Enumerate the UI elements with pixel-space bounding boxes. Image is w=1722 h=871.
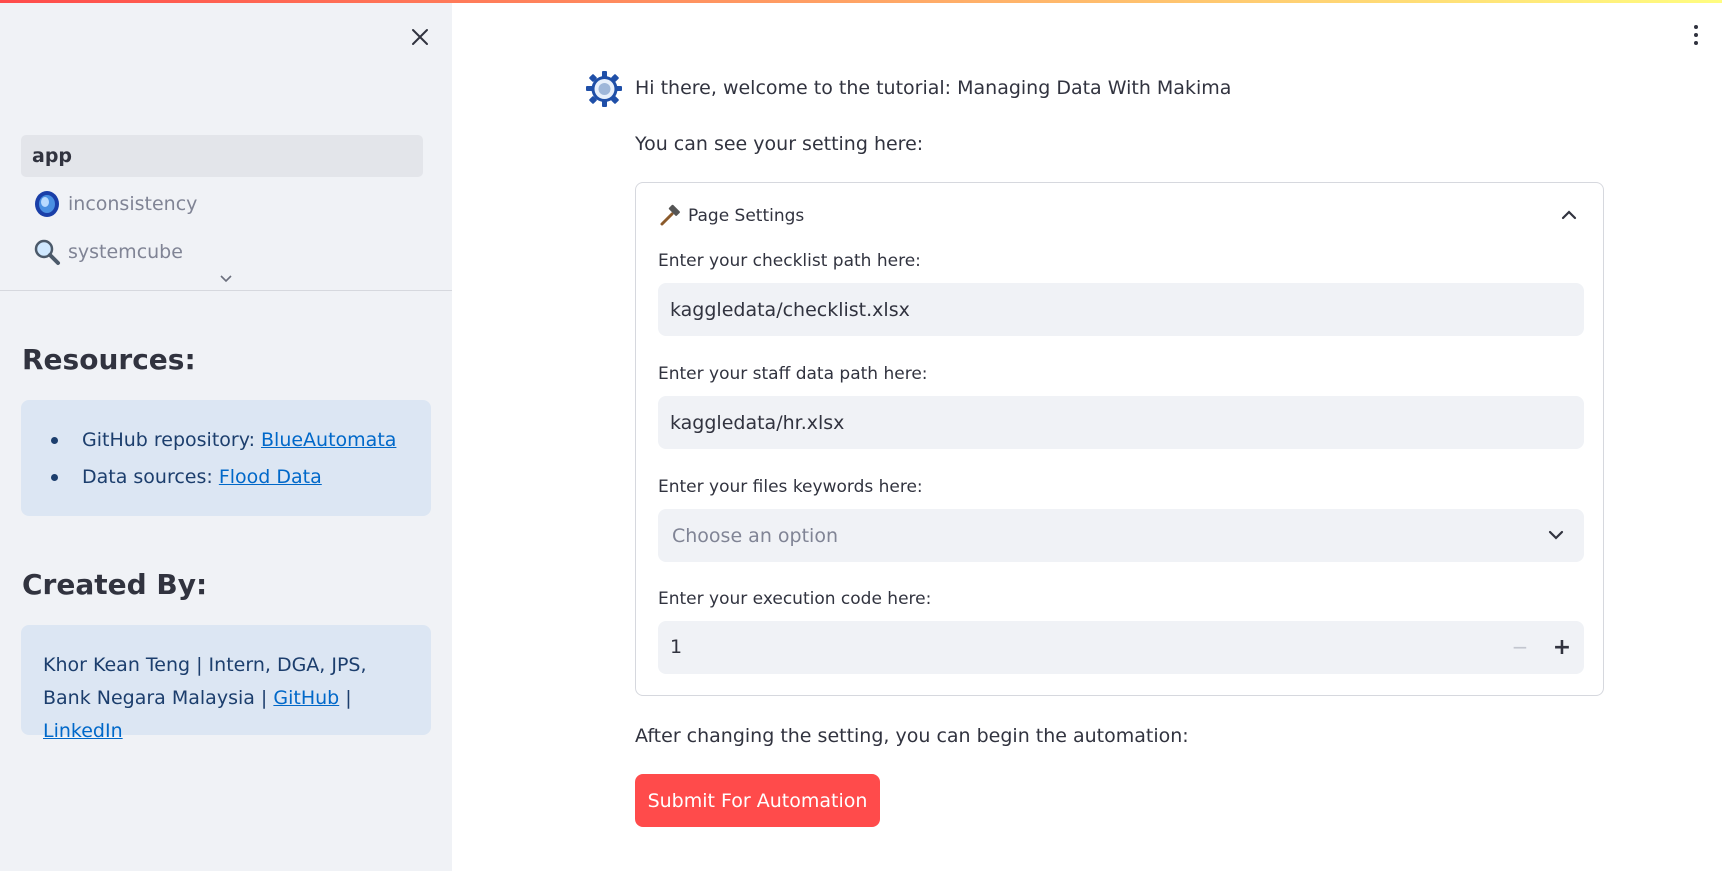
sidebar: app inconsistency systemcube Resources: [0,3,452,871]
staff-path-label: Enter your staff data path here: [658,364,928,384]
settings-intro-text: You can see your setting here: [635,133,924,155]
nav-divider [0,290,452,291]
chevron-up-icon[interactable] [1559,205,1579,225]
execution-code-value[interactable]: 1 [670,636,682,658]
expander-header[interactable]: Page Settings [658,201,804,231]
greeting-text: Hi there, welcome to the tutorial: Manag… [635,77,1232,99]
chevron-down-icon [220,275,232,283]
resources-box: GitHub repository: BlueAutomata Data sou… [21,400,431,516]
github-link[interactable]: GitHub [273,687,339,709]
magnifier-icon [32,237,62,267]
close-icon [412,29,428,45]
created-by-heading: Created By: [22,568,208,601]
flood-data-link[interactable]: Flood Data [219,466,322,488]
sidebar-item-label: app [32,145,73,167]
decrement-button[interactable]: − [1508,635,1532,659]
expander-title: Page Settings [688,206,805,226]
sidebar-item-inconsistency[interactable]: inconsistency [21,183,423,225]
sidebar-item-label: inconsistency [68,193,198,215]
staff-path-input[interactable] [658,396,1584,449]
execution-code-label: Enter your execution code here: [658,589,932,609]
increment-button[interactable]: + [1550,635,1574,660]
chevron-down-icon [1548,530,1564,540]
keywords-placeholder: Choose an option [672,524,838,547]
checklist-path-input[interactable] [658,283,1584,336]
sidebar-item-systemcube[interactable]: systemcube [21,231,423,273]
checklist-path-label: Enter your checklist path here: [658,251,921,271]
sidebar-item-app[interactable]: app [21,135,423,177]
created-by-box: Khor Kean Teng | Intern, DGA, JPS, Bank … [21,625,431,742]
keywords-select[interactable]: Choose an option [658,509,1584,562]
blue-orb-icon [32,189,62,219]
hammer-icon [660,204,680,226]
github-repository-link[interactable]: BlueAutomata [261,429,396,451]
execution-code-stepper[interactable]: 1 − + [658,621,1584,674]
resources-heading: Resources: [22,343,196,376]
submit-automation-button[interactable]: Submit For Automation [635,774,880,827]
list-item: GitHub repository: BlueAutomata [49,428,431,465]
expand-nav-button[interactable] [216,271,236,287]
main-content: Hi there, welcome to the tutorial: Manag… [452,3,1722,871]
page-settings-expander: Page Settings Enter your checklist path … [635,182,1604,696]
main-menu-button[interactable] [1686,21,1706,49]
close-sidebar-button[interactable] [406,23,434,51]
sidebar-item-label: systemcube [68,241,183,263]
after-setting-text: After changing the setting, you can begi… [635,725,1189,747]
list-item: Data sources: Flood Data [49,465,431,502]
gear-avatar-icon [586,71,622,107]
linkedin-link[interactable]: LinkedIn [43,720,123,742]
keywords-label: Enter your files keywords here: [658,477,923,497]
